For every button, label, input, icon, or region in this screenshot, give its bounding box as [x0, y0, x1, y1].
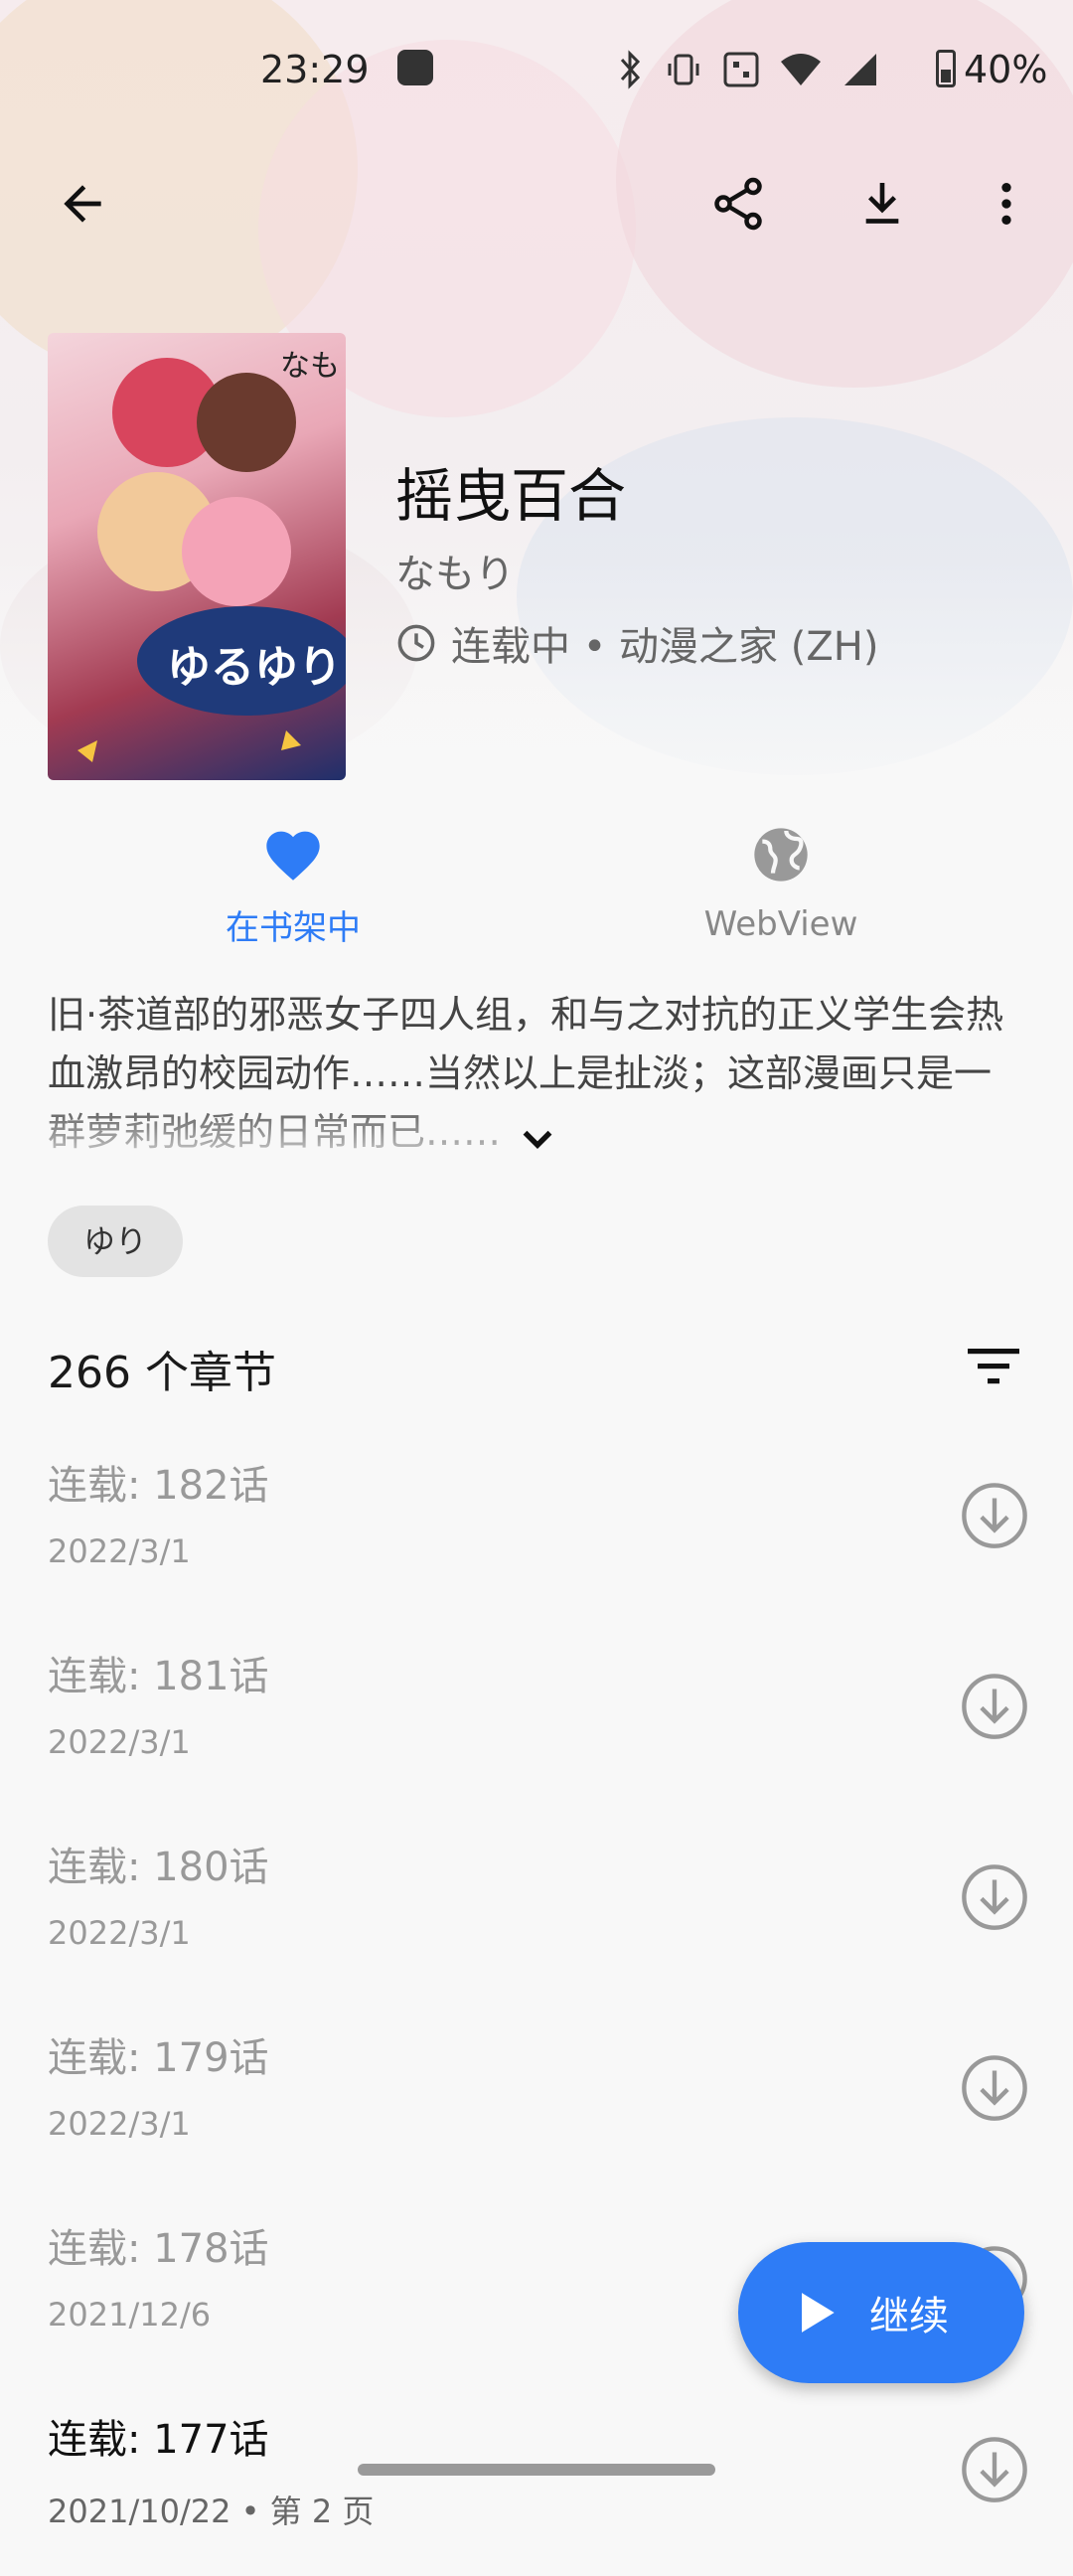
chapter-row[interactable]: 连载: 181话 2022/3/1 [0, 1622, 1073, 1813]
chapter-date: 2022/3/1 [48, 1914, 191, 1952]
download-button[interactable] [847, 169, 917, 239]
chapter-row[interactable]: 连载: 180话 2022/3/1 [0, 1813, 1073, 2004]
battery-percent: 40% [964, 48, 1048, 91]
bluetooth-icon [620, 50, 641, 89]
chapter-row[interactable]: 连载: 177话 2021/10/22 • 第 2 页 [0, 2385, 1073, 2576]
vibrate-icon [668, 54, 699, 85]
download-circle-icon[interactable] [960, 1481, 1029, 1550]
back-button[interactable] [48, 169, 117, 239]
chapter-list: 连载: 182话 2022/3/1 连载: 181话 2022/3/1 连载: … [0, 1431, 1073, 2576]
signal-icon [844, 54, 876, 85]
chapter-name: 连载: 178话 [48, 2226, 269, 2272]
message-notification-icon [397, 50, 433, 85]
download-circle-icon[interactable] [960, 1672, 1029, 1741]
chapter-name: 连载: 177话 [48, 2417, 269, 2463]
chapter-row[interactable]: 连载: 179话 2022/3/1 [0, 2004, 1073, 2194]
cover-text: なも [280, 349, 340, 384]
download-circle-icon[interactable] [960, 1862, 1029, 1932]
clock-icon [397, 624, 435, 662]
download-circle-icon[interactable] [960, 2435, 1029, 2504]
favorite-button[interactable]: 在书架中 [144, 823, 442, 949]
manga-author[interactable]: なもり [395, 542, 515, 599]
cover-artwork-icon [77, 358, 346, 762]
chapter-date: 2022/3/1 [48, 1532, 191, 1570]
chapter-date: 2021/10/22 • 第 2 页 [48, 2493, 375, 2530]
top-app-bar [0, 149, 1073, 258]
play-icon [802, 2293, 835, 2333]
chapter-date: 2021/12/6 [48, 2296, 212, 2334]
webview-button[interactable]: WebView [632, 823, 930, 944]
cover-logo: ゆるゆり [167, 642, 342, 693]
webview-label: WebView [703, 904, 858, 944]
globe-icon [754, 828, 808, 882]
more-options-button[interactable] [972, 169, 1041, 239]
favorite-label: 在书架中 [226, 908, 361, 948]
chapter-date: 2022/3/1 [48, 1723, 191, 1761]
chapter-row[interactable]: 连载: 182话 2022/3/1 [0, 1431, 1073, 1622]
more-vert-icon [1001, 183, 1011, 225]
chapter-count: 266 个章节 [48, 1348, 276, 1398]
share-button[interactable] [703, 169, 773, 239]
chevron-down-icon [523, 1130, 552, 1150]
status-source-text: 连载中 • 动漫之家 (ZH) [451, 624, 879, 670]
heart-icon [266, 831, 320, 881]
gesture-home-bar[interactable] [358, 2464, 715, 2476]
filter-icon [968, 1349, 1019, 1384]
download-circle-icon[interactable] [960, 2053, 1029, 2123]
wifi-icon [781, 54, 821, 85]
arrow-left-icon [64, 185, 101, 223]
filter-button[interactable] [964, 1342, 1023, 1391]
manga-cover[interactable]: なも ゆるゆり [48, 333, 346, 780]
chapter-name: 连载: 181话 [48, 1654, 269, 1699]
manga-title: 摇曳百合 [395, 462, 627, 530]
chapter-date: 2022/3/1 [48, 2105, 191, 2143]
download-icon [865, 183, 899, 224]
genre-tag[interactable]: ゆり [48, 1206, 184, 1277]
status-bar: 23:29 40% [0, 40, 1073, 109]
continue-label: 继续 [869, 2294, 949, 2339]
chapter-name: 连载: 179话 [48, 2035, 269, 2081]
sim-icon [723, 52, 759, 87]
share-icon [714, 177, 762, 231]
status-icons [616, 50, 880, 89]
chapter-name: 连载: 180话 [48, 1845, 269, 1890]
manga-status: 连载中 • 动漫之家 (ZH) [395, 614, 878, 672]
continue-reading-button[interactable]: 继续 [738, 2242, 1024, 2383]
status-time: 23:29 [260, 48, 370, 91]
chapter-name: 连载: 182话 [48, 1463, 269, 1509]
battery-icon [936, 50, 956, 87]
expand-description-button[interactable] [513, 1115, 562, 1165]
